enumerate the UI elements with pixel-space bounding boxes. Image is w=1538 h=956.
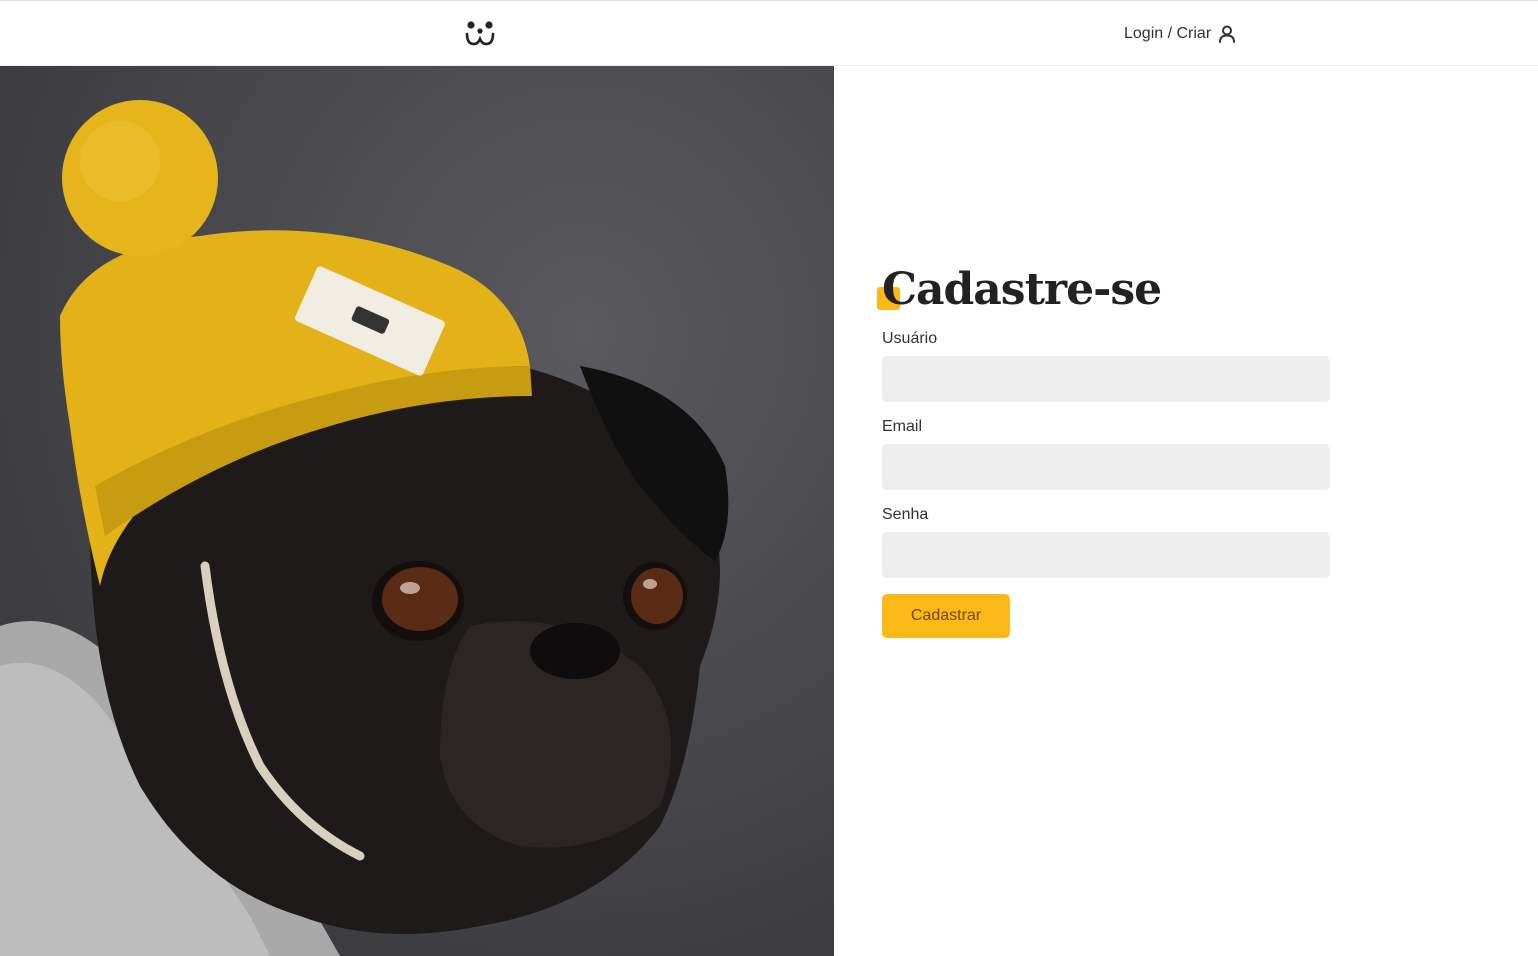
page-title-text: Cadastre-se [882, 264, 1162, 315]
signup-form: Cadastre-se Usuário Email Senha Cadastra… [877, 262, 1330, 638]
email-field-group: Email [882, 418, 1330, 490]
password-label: Senha [882, 506, 929, 523]
page-title: Cadastre-se [877, 262, 1330, 322]
dog-face-logo-icon[interactable] [464, 18, 496, 48]
password-input[interactable] [882, 532, 1330, 578]
site-header: Login / Criar [0, 0, 1538, 66]
email-label: Email [882, 418, 923, 435]
password-field-group: Senha [882, 506, 1330, 578]
pug-with-yellow-beanie-photo [0, 66, 834, 956]
login-create-link[interactable]: Login / Criar [1124, 22, 1237, 46]
signup-submit-button[interactable]: Cadastrar [882, 594, 1010, 638]
username-label: Usuário [882, 330, 938, 347]
email-input[interactable] [882, 444, 1330, 490]
username-input[interactable] [882, 356, 1330, 402]
username-field-group: Usuário [882, 330, 1330, 402]
user-icon [1217, 24, 1237, 44]
login-create-label: Login / Criar [1124, 25, 1212, 42]
